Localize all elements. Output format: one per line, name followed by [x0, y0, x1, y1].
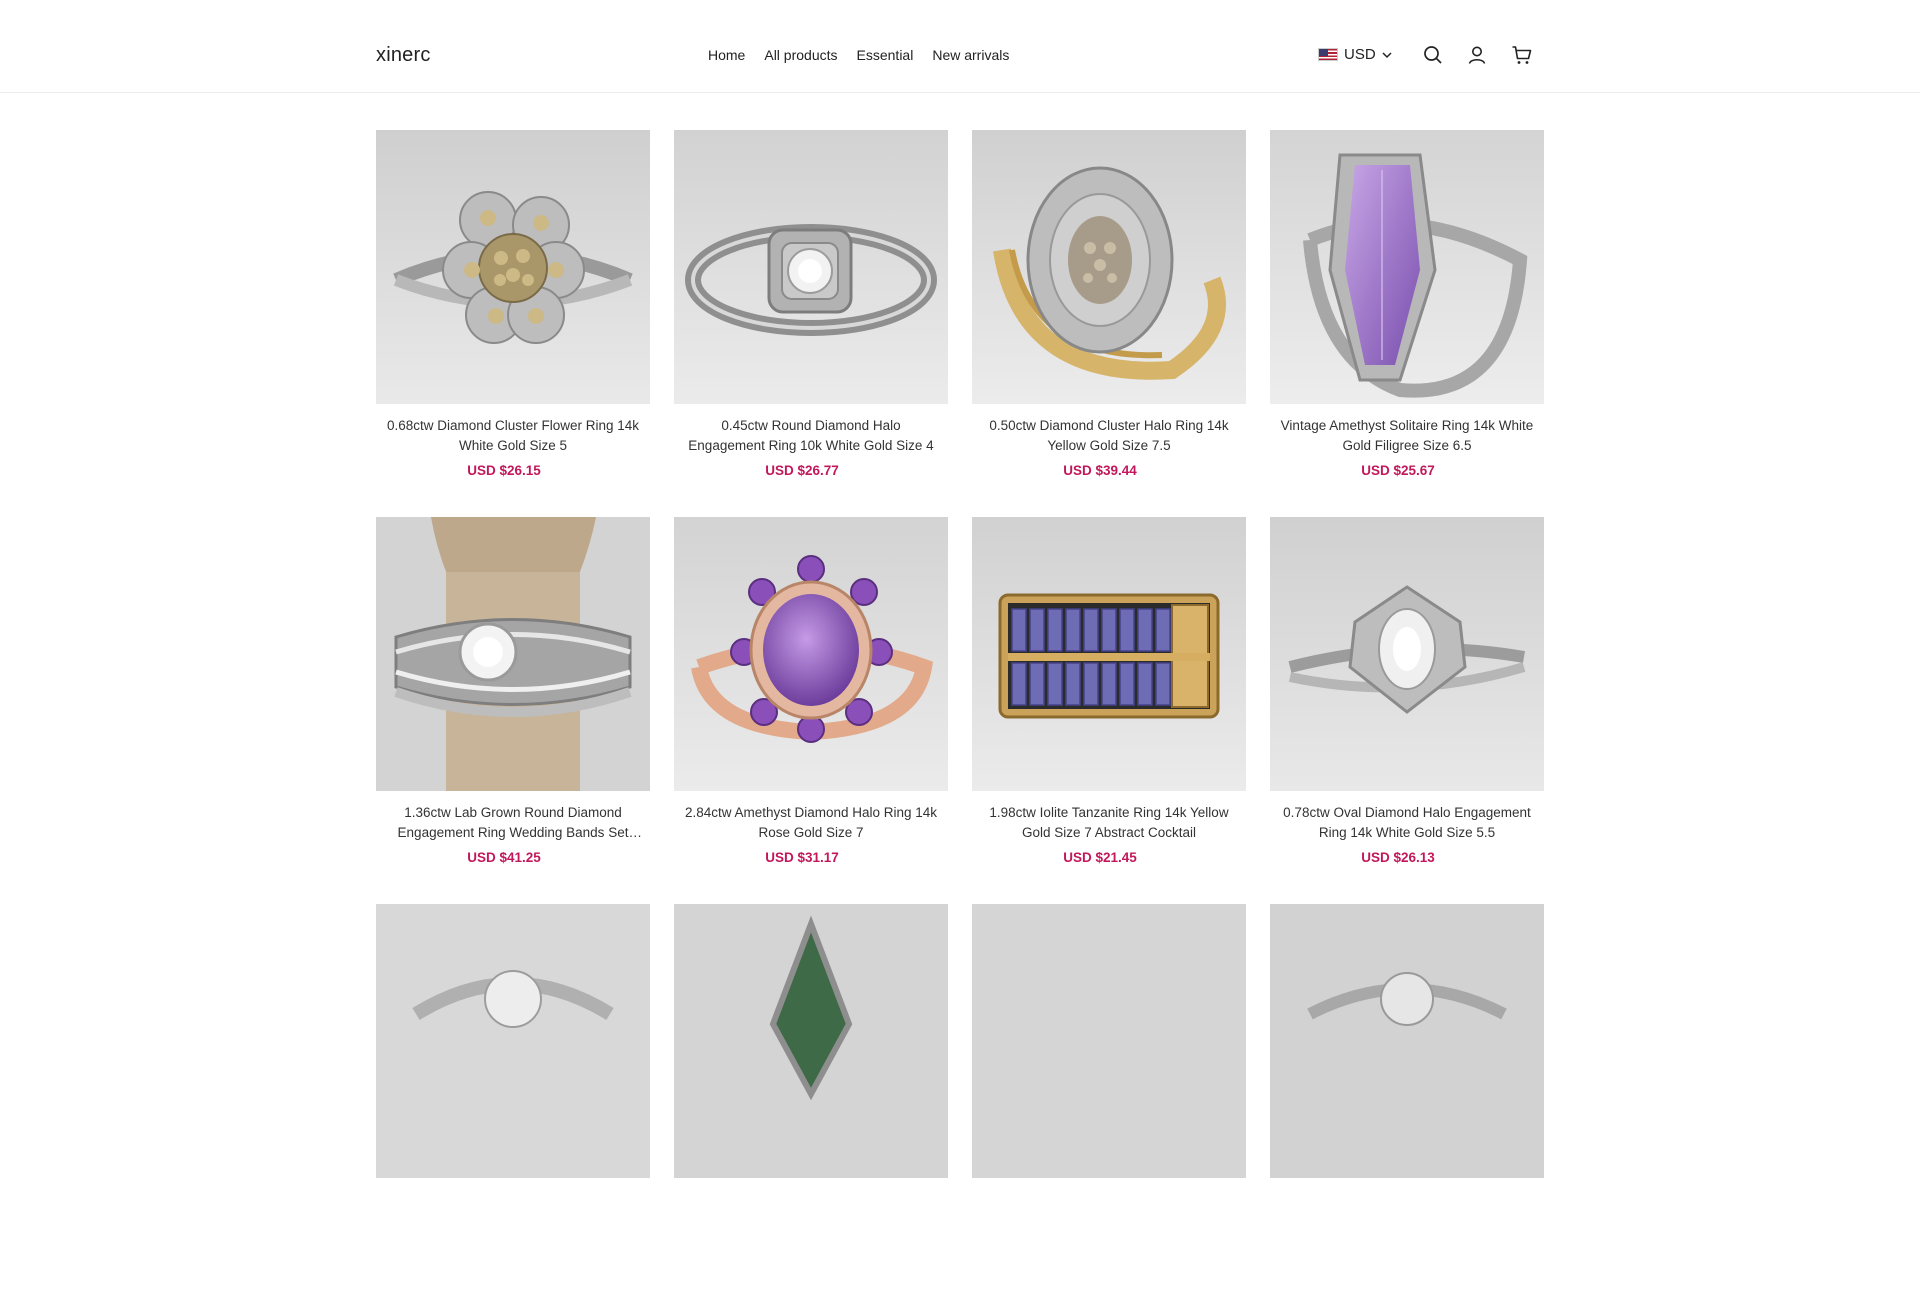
- cart-icon[interactable]: [1510, 43, 1534, 67]
- product-card[interactable]: 0.45ctw Round Diamond Halo Engagement Ri…: [674, 130, 948, 517]
- nav-item-essential[interactable]: Essential: [857, 47, 914, 63]
- product-card[interactable]: 0.78ctw Oval Diamond Halo Engagement Rin…: [1270, 517, 1544, 904]
- product-price: USD $21.45: [1063, 850, 1137, 865]
- product-price: USD $26.15: [467, 463, 541, 478]
- chevron-down-icon: [1382, 51, 1392, 58]
- product-image[interactable]: [1270, 130, 1544, 404]
- currency-label: USD: [1344, 46, 1376, 63]
- product-image[interactable]: [972, 130, 1246, 404]
- product-price: USD $31.17: [765, 850, 839, 865]
- account-icon[interactable]: [1465, 43, 1489, 67]
- product-image[interactable]: [674, 517, 948, 791]
- nav-item-all-products[interactable]: All products: [764, 47, 837, 63]
- product-image[interactable]: [376, 130, 650, 404]
- product-card[interactable]: [1270, 904, 1544, 1291]
- product-card[interactable]: 1.36ctw Lab Grown Round Diamond Engageme…: [376, 517, 650, 904]
- us-flag-icon: [1318, 48, 1338, 61]
- product-card[interactable]: 1.98ctw Iolite Tanzanite Ring 14k Yellow…: [972, 517, 1246, 904]
- product-image[interactable]: [376, 517, 650, 791]
- product-image[interactable]: [674, 130, 948, 404]
- product-title[interactable]: 1.98ctw Iolite Tanzanite Ring 14k Yellow…: [972, 803, 1246, 843]
- currency-selector[interactable]: USD: [1318, 46, 1394, 63]
- main-nav: Home All products Essential New arrivals: [708, 47, 1009, 63]
- search-icon[interactable]: [1421, 43, 1445, 67]
- nav-item-new-arrivals[interactable]: New arrivals: [932, 47, 1009, 63]
- product-title[interactable]: 1.36ctw Lab Grown Round Diamond Engageme…: [376, 803, 650, 843]
- product-image[interactable]: [972, 517, 1246, 791]
- product-price: USD $26.13: [1361, 850, 1435, 865]
- product-image[interactable]: [972, 904, 1246, 1178]
- product-card[interactable]: 2.84ctw Amethyst Diamond Halo Ring 14k R…: [674, 517, 948, 904]
- product-card[interactable]: 0.50ctw Diamond Cluster Halo Ring 14k Ye…: [972, 130, 1246, 517]
- product-price: USD $41.25: [467, 850, 541, 865]
- store-logo[interactable]: xinerc: [376, 44, 431, 67]
- product-title[interactable]: 0.78ctw Oval Diamond Halo Engagement Rin…: [1270, 803, 1544, 843]
- product-price: USD $39.44: [1063, 463, 1137, 478]
- product-card[interactable]: 0.68ctw Diamond Cluster Flower Ring 14k …: [376, 130, 650, 517]
- product-image[interactable]: [376, 904, 650, 1178]
- product-title[interactable]: 0.50ctw Diamond Cluster Halo Ring 14k Ye…: [972, 416, 1246, 456]
- product-card[interactable]: [674, 904, 948, 1291]
- product-card[interactable]: Vintage Amethyst Solitaire Ring 14k Whit…: [1270, 130, 1544, 517]
- product-title[interactable]: 0.68ctw Diamond Cluster Flower Ring 14k …: [376, 416, 650, 456]
- product-image[interactable]: [1270, 517, 1544, 791]
- product-card[interactable]: [972, 904, 1246, 1291]
- product-title[interactable]: 2.84ctw Amethyst Diamond Halo Ring 14k R…: [674, 803, 948, 843]
- product-title[interactable]: 0.45ctw Round Diamond Halo Engagement Ri…: [674, 416, 948, 456]
- nav-item-home[interactable]: Home: [708, 47, 745, 63]
- product-title[interactable]: Vintage Amethyst Solitaire Ring 14k Whit…: [1270, 416, 1544, 456]
- product-grid: 0.68ctw Diamond Cluster Flower Ring 14k …: [376, 130, 1544, 1291]
- product-image[interactable]: [674, 904, 948, 1178]
- product-image[interactable]: [1270, 904, 1544, 1178]
- product-price: USD $26.77: [765, 463, 839, 478]
- site-header: xinerc Home All products Essential New a…: [0, 0, 1920, 93]
- product-price: USD $25.67: [1361, 463, 1435, 478]
- product-card[interactable]: [376, 904, 650, 1291]
